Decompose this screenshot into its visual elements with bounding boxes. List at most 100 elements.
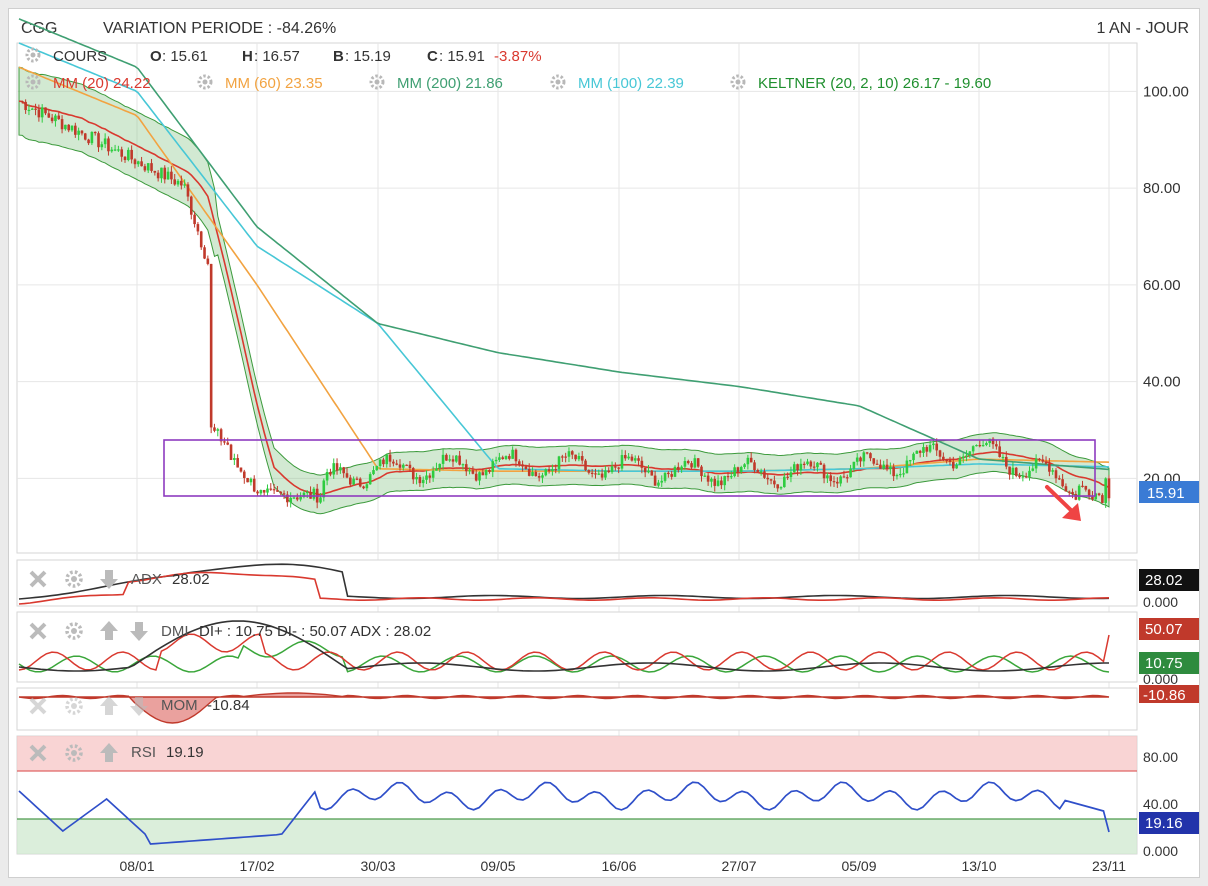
candle-body	[262, 490, 266, 493]
candle-body	[1024, 476, 1028, 478]
candle-body	[1054, 470, 1058, 479]
candle-body	[196, 224, 200, 232]
candle-body	[855, 457, 859, 462]
candle-body	[514, 449, 518, 462]
rsi-tick-0: 0.000	[1143, 843, 1178, 859]
candle-body	[186, 184, 190, 197]
candle-body	[1004, 456, 1008, 467]
candle-body	[971, 446, 975, 452]
candle-body	[776, 484, 779, 489]
candle-body	[703, 475, 707, 477]
candle-body	[67, 124, 70, 131]
di-minus-badge: 50.07	[1145, 621, 1183, 638]
candle-body	[140, 161, 143, 167]
change-value: -3.87%	[494, 48, 542, 65]
candle-body	[146, 163, 150, 171]
candle-body	[1034, 458, 1038, 469]
candle-body	[544, 469, 548, 476]
price-tick: 40.00	[1143, 374, 1181, 391]
candle-body	[352, 478, 355, 485]
candle-body	[683, 461, 687, 467]
candle-body	[898, 473, 902, 476]
candle-body	[123, 156, 127, 161]
candle-body	[40, 107, 44, 118]
candle-body	[322, 480, 326, 498]
x-axis: 08/01 17/02 30/03 09/05 16/06 27/07 05/09 13/10…	[119, 858, 1126, 874]
candle-body	[249, 478, 253, 483]
chart-frame: CGG VARIATION PERIODE : -84.26% 1 AN - J…	[8, 8, 1200, 878]
candle-body	[183, 184, 186, 186]
x-tick-label: 27/07	[721, 858, 756, 874]
candle-body	[922, 447, 925, 453]
candle-body	[961, 456, 965, 459]
candle-body	[630, 456, 634, 461]
candle-body	[170, 171, 173, 180]
candle-body	[789, 472, 793, 478]
di-plus-badge: 10.75	[1145, 655, 1183, 672]
candle-body	[836, 481, 839, 484]
indicator-label: MM (60) 23.35	[225, 75, 323, 92]
adx-zero-label: 0.000	[1143, 594, 1178, 610]
candle-body	[305, 491, 309, 494]
candle-body	[64, 124, 67, 130]
candle-body	[431, 470, 435, 478]
candle-body	[189, 196, 193, 215]
candle-body	[461, 464, 465, 466]
candle-body	[607, 470, 611, 473]
candle-body	[395, 463, 398, 465]
candle-body	[1084, 485, 1088, 490]
candle-body	[524, 466, 528, 469]
candle-body	[180, 180, 183, 186]
candle-body	[660, 480, 664, 483]
mom-label: MOM	[161, 697, 198, 714]
candle-body	[402, 464, 405, 468]
candle-body	[259, 490, 263, 494]
candle-body	[388, 454, 392, 462]
candle-body	[103, 138, 107, 145]
candle-body	[97, 133, 100, 148]
candle-body	[647, 470, 650, 473]
candle-body	[902, 473, 905, 475]
candle-body	[955, 464, 958, 469]
x-tick-label: 08/01	[119, 858, 154, 874]
candle-body	[726, 476, 730, 478]
candle-body	[743, 464, 746, 468]
candle-body	[769, 479, 773, 481]
candle-body	[746, 457, 750, 465]
candle-body	[670, 474, 673, 477]
candle-body	[491, 461, 495, 472]
candle-body	[723, 476, 726, 486]
candle-body	[176, 180, 180, 185]
candle-body	[547, 469, 551, 472]
candle-body	[312, 488, 316, 499]
candle-body	[279, 491, 283, 494]
candle-body	[160, 167, 163, 179]
candle-body	[620, 455, 624, 469]
candle-body	[965, 455, 968, 457]
rsi-oversold-zone	[17, 819, 1137, 854]
candle-body	[1097, 493, 1101, 496]
candle-body	[869, 453, 872, 459]
candle-body	[478, 472, 481, 481]
candle-body	[892, 466, 895, 477]
candle-body	[345, 473, 349, 478]
candle-body	[783, 476, 786, 488]
candle-body	[372, 470, 375, 475]
candle-body	[938, 450, 942, 457]
candle-body	[690, 463, 693, 468]
candle-body	[464, 464, 468, 472]
candle-body	[597, 473, 601, 475]
candle-body	[130, 149, 133, 160]
candle-body	[839, 476, 842, 484]
candle-body	[995, 444, 998, 447]
rsi-tick-80: 80.00	[1143, 749, 1178, 765]
candle-body	[504, 456, 508, 460]
candle-body	[382, 459, 385, 465]
candle-body	[418, 477, 422, 484]
candle-body	[617, 467, 620, 469]
candle-body	[985, 443, 988, 445]
candle-body	[289, 497, 292, 503]
candle-body	[845, 477, 849, 479]
candle-body	[375, 466, 379, 471]
candle-body	[600, 473, 604, 478]
